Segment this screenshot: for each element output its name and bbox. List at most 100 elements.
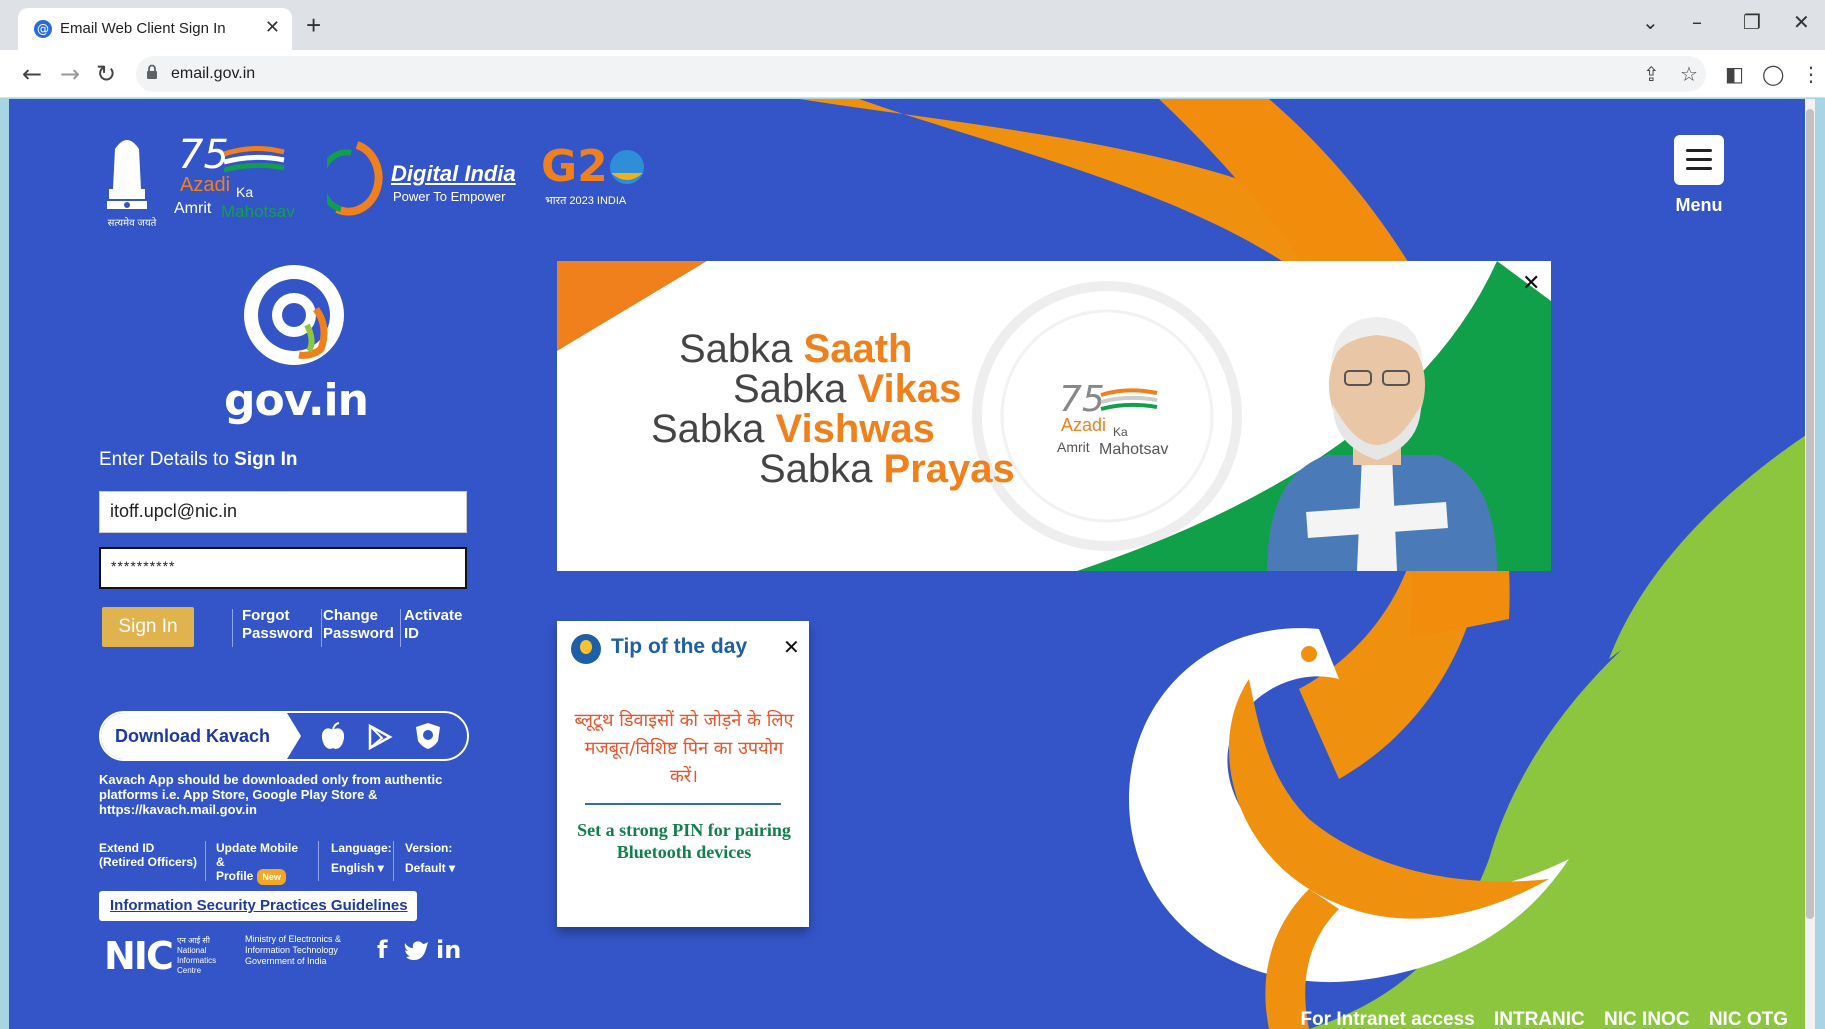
tip-of-the-day-card: Tip of the day ✕ ब्लूटूथ डिवाइसों को जोड… (557, 621, 809, 927)
nic-sub-line2: Informatics (177, 956, 217, 965)
browser-window: @ Email Web Client Sign In ✕ + ⌄ – ❐ ✕ ←… (0, 0, 1825, 1029)
slogan-bold: Saath (803, 327, 913, 371)
divider (232, 609, 233, 647)
slogan-plain: Sabka (733, 367, 858, 411)
tab-search-icon[interactable]: ⌄ (1642, 10, 1659, 34)
page-scrollbar[interactable] (1805, 99, 1815, 1029)
apple-store-icon[interactable] (319, 722, 347, 752)
azadi-word: Azadi (180, 174, 231, 196)
back-button[interactable]: ← (22, 60, 42, 88)
language-selector[interactable]: Language: English ▾ (331, 841, 392, 875)
close-tab-icon[interactable]: ✕ (265, 17, 280, 38)
azadi-ka-amrit-mahotsav-logo: 75 Azadi Ka Amrit Mahotsav (174, 134, 324, 224)
meity-text: Ministry of Electronics & Information Te… (245, 934, 341, 967)
restore-button[interactable]: ❐ (1743, 10, 1761, 34)
meity-line1: Ministry of Electronics & (245, 934, 342, 944)
nic-hindi-name: एन आई सी (177, 936, 210, 945)
tip-separator (585, 803, 781, 805)
change-password-link[interactable]: Change Password (323, 607, 394, 643)
address-bar[interactable]: email.gov.in (136, 56, 1706, 92)
share-icon[interactable]: ⇪ (1643, 62, 1660, 86)
update-mobile-line3: Profile (216, 869, 254, 883)
twitter-icon[interactable] (403, 939, 429, 961)
hamburger-icon (1686, 167, 1712, 170)
mahotsav-word: Mahotsav (221, 202, 295, 221)
lightbulb-icon (571, 634, 601, 664)
url-text: email.gov.in (171, 65, 256, 82)
linkedin-icon[interactable]: in (436, 936, 461, 964)
seventy-five-icon: 75 (1059, 379, 1158, 415)
more-options-icon[interactable]: ⋮ (1801, 62, 1821, 86)
email-field[interactable]: itoff.upcl@nic.in (99, 491, 467, 533)
hamburger-icon (1686, 149, 1712, 152)
amrit-word: Amrit (174, 200, 212, 217)
svg-text:75: 75 (178, 134, 229, 174)
nic-sub-line1: National (177, 946, 207, 955)
govin-logo-text: gov.in (224, 375, 369, 426)
reload-button[interactable]: ↻ (96, 60, 116, 88)
divider (205, 841, 206, 881)
bookmark-star-icon[interactable]: ☆ (1680, 62, 1698, 86)
divider (393, 841, 394, 881)
facebook-icon[interactable]: f (377, 936, 387, 964)
ka-word: Ka (236, 184, 254, 200)
signin-heading-prefix: Enter Details to (99, 449, 235, 470)
amrit-word: Amrit (1057, 439, 1090, 455)
banner-close-icon[interactable]: ✕ (1522, 271, 1540, 296)
extend-id-link[interactable]: Extend ID (Retired Officers) (99, 841, 199, 869)
divider (318, 841, 319, 881)
g20-caption: भारत 2023 INDIA (545, 195, 627, 207)
signin-heading-bold: Sign In (234, 449, 298, 470)
slogan-banner: Sabka Saath Sabka Vikas Sabka Vishwas Sa… (557, 261, 1551, 571)
g20-icon: G2 (541, 141, 644, 189)
nic-inoc-link[interactable]: NIC INOC (1604, 1009, 1690, 1029)
download-kavach-bar: Download Kavach (99, 711, 469, 761)
hamburger-icon (1686, 158, 1712, 161)
side-panel-icon[interactable]: ◧ (1725, 62, 1744, 86)
change-password-line2: Password (323, 625, 394, 642)
svg-text:G2: G2 (541, 141, 608, 189)
activate-id-link[interactable]: Activate ID (404, 607, 462, 643)
google-play-icon[interactable] (367, 724, 393, 750)
language-label: Language: (331, 841, 392, 855)
update-mobile-link[interactable]: Update Mobile & Profile New (216, 841, 306, 885)
new-tab-button[interactable]: + (306, 10, 321, 41)
minimize-button[interactable]: – (1692, 10, 1702, 34)
g20-logo: G2 भारत 2023 INDIA (539, 139, 659, 219)
slogan-bold: Prayas (883, 447, 1015, 491)
azadi-word: Azadi (1061, 415, 1107, 435)
version-value: Default (405, 861, 446, 875)
sign-in-button[interactable]: Sign In (102, 607, 194, 647)
scrollbar-thumb[interactable] (1806, 109, 1814, 919)
forgot-password-link[interactable]: Forgot Password (242, 607, 313, 643)
information-security-guidelines-link[interactable]: Information Security Practices Guideline… (99, 891, 417, 921)
forward-button[interactable]: → (60, 60, 80, 88)
close-window-button[interactable]: ✕ (1793, 10, 1810, 34)
nic-otg-link[interactable]: NIC OTG (1709, 1009, 1788, 1029)
banner-azadi-logo: 75 Azadi Ka Amrit Mahotsav (1057, 379, 1207, 459)
forgot-password-line1: Forgot (242, 607, 290, 624)
version-selector[interactable]: Version: Default ▾ (405, 841, 455, 875)
slogan-plain: Sabka (651, 407, 776, 451)
kavach-shield-icon[interactable] (414, 721, 442, 751)
slogan-line-saath: Sabka Saath (679, 327, 912, 372)
intranic-link[interactable]: INTRANIC (1494, 1009, 1585, 1029)
password-field[interactable]: ********** (99, 547, 467, 589)
update-mobile-line2: & (216, 855, 225, 869)
download-kavach-label[interactable]: Download Kavach (101, 713, 287, 759)
tab-email-sign-in[interactable]: @ Email Web Client Sign In ✕ (18, 8, 292, 50)
slogan-bold: Vikas (857, 367, 962, 411)
profile-avatar-icon[interactable]: ◯ (1762, 62, 1784, 86)
tab-strip: @ Email Web Client Sign In ✕ + ⌄ – ❐ ✕ (0, 0, 1825, 50)
slogan-plain: Sabka (679, 327, 804, 371)
nic-logo: NIC (104, 934, 174, 978)
slogan-bold: Vishwas (775, 407, 935, 451)
meity-line2: Information Technology (245, 945, 338, 955)
menu-button[interactable] (1674, 135, 1724, 185)
divider (321, 609, 322, 647)
language-value: English (331, 861, 375, 875)
new-badge: New (257, 869, 286, 885)
tab-title: Email Web Client Sign In (60, 20, 226, 37)
signin-heading: Enter Details to Sign In (99, 449, 298, 471)
tip-close-icon[interactable]: ✕ (783, 635, 800, 659)
